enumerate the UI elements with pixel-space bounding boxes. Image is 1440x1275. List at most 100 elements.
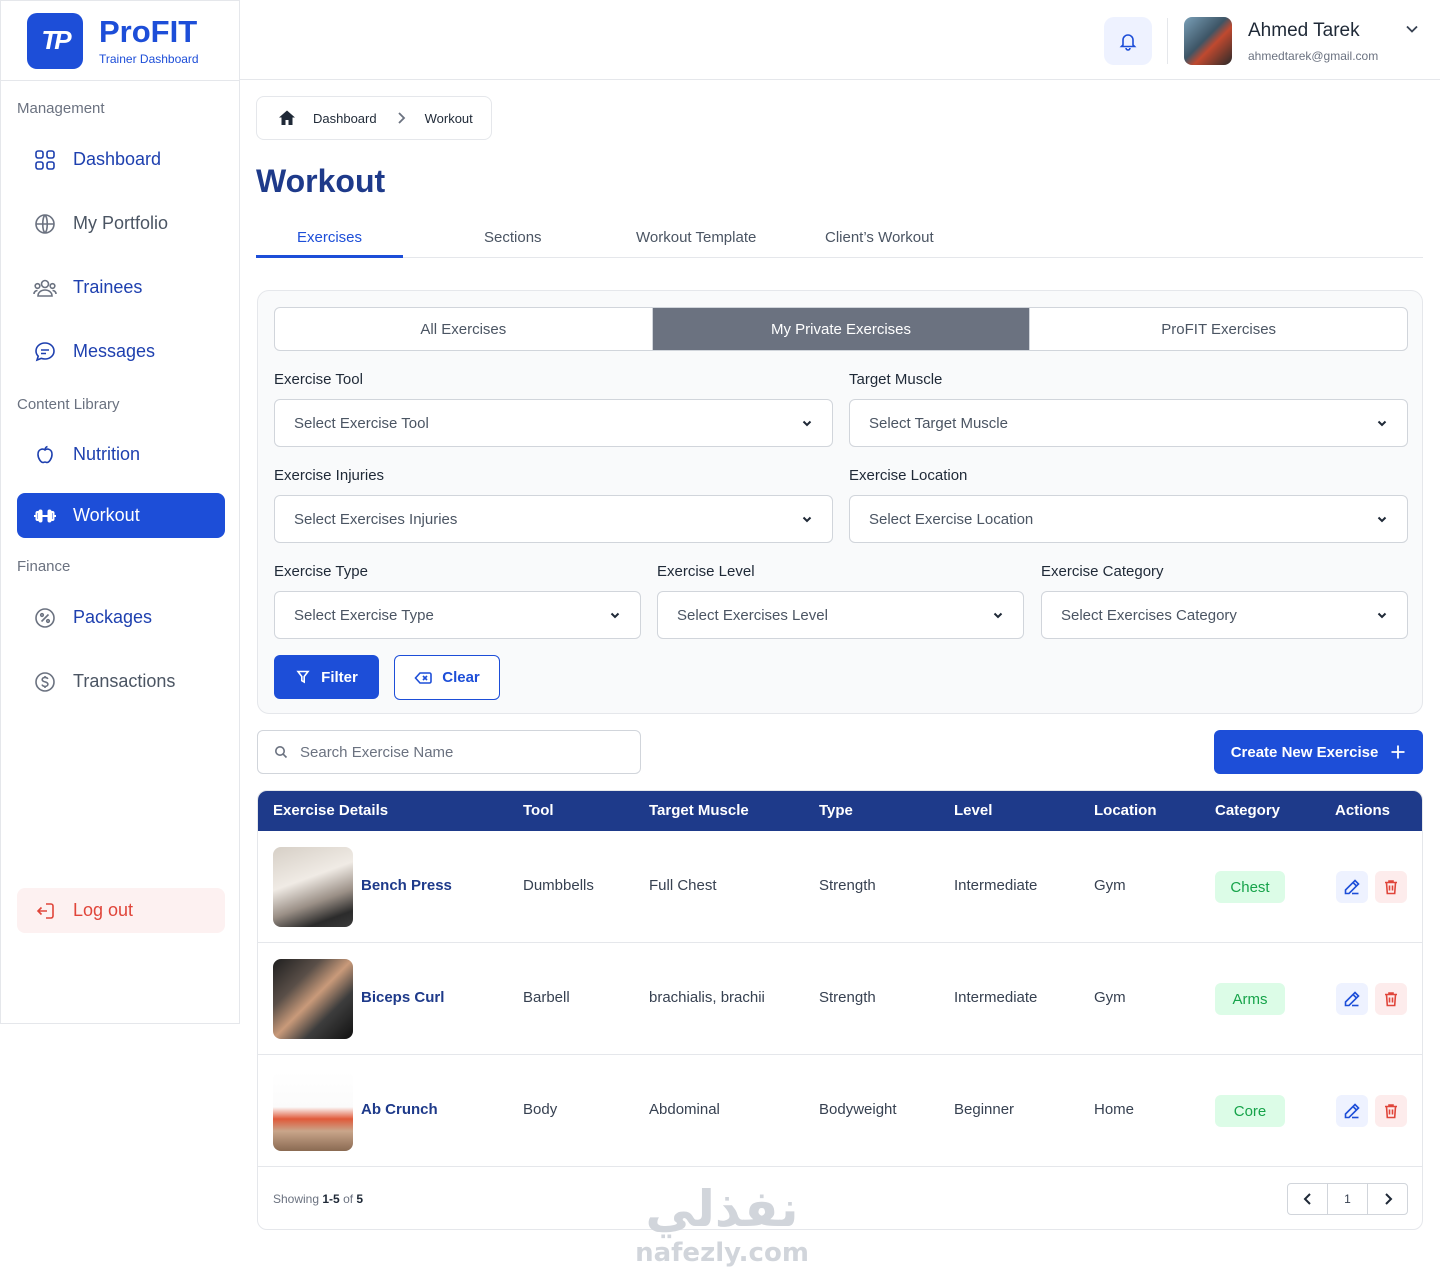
sidebar-item-portfolio[interactable]: My Portfolio [17,201,225,246]
section-label-content: Content Library [17,396,120,413]
tab-workout-template[interactable]: Workout Template [636,229,756,246]
exercise-thumbnail [273,1071,353,1151]
exercise-location-label: Exercise Location [849,467,968,484]
sidebar-item-label: Transactions [73,671,176,691]
exercise-level-select[interactable]: Select Exercises Level [657,591,1024,639]
th-type[interactable]: Type [819,802,853,819]
delete-button[interactable] [1375,1095,1407,1127]
user-name[interactable]: Ahmed Tarek [1248,20,1360,42]
apple-icon [33,443,57,467]
sidebar-item-trainees[interactable]: Trainees [17,265,225,310]
trash-icon [1385,880,1397,895]
avatar[interactable] [1184,17,1232,65]
chat-icon [33,340,57,364]
exercise-tool-select[interactable]: Select Exercise Tool [274,399,833,447]
tab-sections[interactable]: Sections [484,229,542,246]
segment-all-exercises[interactable]: All Exercises [275,308,653,350]
logout-icon [33,899,57,923]
section-label-management: Management [17,100,105,117]
table-header: Exercise Details Tool Target Muscle Type… [258,791,1422,831]
create-label: Create New Exercise [1230,743,1379,761]
home-icon[interactable] [277,108,297,128]
delete-button[interactable] [1375,871,1407,903]
exercises-table: Exercise Details Tool Target Muscle Type… [257,790,1423,1230]
sidebar-item-label: Trainees [73,277,143,297]
edit-button[interactable] [1336,983,1368,1015]
search-input[interactable]: Search Exercise Name [257,730,641,774]
sidebar-item-label: My Portfolio [73,213,169,233]
exercise-name[interactable]: Ab Crunch [361,1101,438,1118]
clear-button[interactable]: Clear [394,655,500,700]
edit-button[interactable] [1336,1095,1368,1127]
delete-button[interactable] [1375,983,1407,1015]
sidebar-item-workout[interactable]: Workout [17,493,225,538]
watermark-arabic: نفذلي [645,1180,799,1238]
table-row[interactable]: Bench Press Dumbbells Full Chest Strengt… [258,831,1422,943]
notifications-button[interactable] [1104,17,1152,65]
exercise-location: Gym [1094,989,1126,1006]
page-title: Workout [256,163,386,199]
plus-icon [1390,744,1406,760]
search-icon [274,745,288,759]
brand[interactable]: TP ProFIT Trainer Dashboard [1,1,239,81]
brand-name: ProFIT [99,13,198,49]
breadcrumb-dashboard[interactable]: Dashboard [313,111,377,126]
exercise-location-select[interactable]: Select Exercise Location [849,495,1408,543]
segment-my-private-exercises[interactable]: My Private Exercises [652,308,1031,350]
sidebar-item-packages[interactable]: Packages [17,595,225,640]
exercise-name[interactable]: Biceps Curl [361,989,444,1006]
prev-page-button[interactable] [1288,1184,1328,1214]
chevron-down-icon [1375,512,1389,526]
tab-clients-workout[interactable]: Client’s Workout [825,229,934,246]
tab-exercises[interactable]: Exercises [297,229,362,246]
showing-count: Showing 1-5 of 5 [273,1192,363,1206]
trash-icon [1385,992,1397,1007]
table-row[interactable]: Biceps Curl Barbell brachialis, brachii … [258,943,1422,1055]
exercise-type: Bodyweight [819,1101,897,1118]
target-muscle-placeholder: Select Target Muscle [869,414,1008,432]
th-exercise-details[interactable]: Exercise Details [273,802,388,819]
workout-tabs: Exercises Sections Workout Template Clie… [256,220,1423,258]
sidebar-item-nutrition[interactable]: Nutrition [17,432,225,477]
th-target-muscle[interactable]: Target Muscle [649,802,749,819]
exercise-level-placeholder: Select Exercises Level [677,606,828,624]
th-tool[interactable]: Tool [523,802,554,819]
chevron-down-icon [1375,416,1389,430]
create-new-exercise-button[interactable]: Create New Exercise [1214,730,1423,774]
pencil-icon [1344,1103,1360,1119]
sidebar-item-messages[interactable]: Messages [17,329,225,374]
th-location[interactable]: Location [1094,802,1157,819]
next-page-button[interactable] [1368,1184,1407,1214]
table-row[interactable]: Ab Crunch Body Abdominal Bodyweight Begi… [258,1055,1422,1167]
exercise-category-placeholder: Select Exercises Category [1061,606,1237,624]
chevron-down-icon [991,608,1005,622]
edit-button[interactable] [1336,871,1368,903]
watermark-latin: nafezly.com [635,1238,809,1268]
logout-button[interactable]: Log out [17,888,225,933]
chevron-left-icon [1303,1193,1311,1205]
globe-icon [33,212,57,236]
exercise-type-select[interactable]: Select Exercise Type [274,591,641,639]
breadcrumb-current: Workout [424,110,473,126]
exercise-level-label: Exercise Level [657,563,755,580]
filter-button[interactable]: Filter [274,655,379,699]
sidebar-item-transactions[interactable]: Transactions [17,659,225,704]
exercise-injuries-placeholder: Select Exercises Injuries [294,510,458,528]
user-menu-chevron-down-icon[interactable] [1403,20,1421,43]
filter-panel: All Exercises My Private Exercises ProFI… [257,290,1423,714]
exercise-name[interactable]: Bench Press [361,877,452,894]
th-level[interactable]: Level [954,802,992,819]
page-number[interactable]: 1 [1328,1184,1368,1214]
exercise-injuries-select[interactable]: Select Exercises Injuries [274,495,833,543]
exercise-category-select[interactable]: Select Exercises Category [1041,591,1408,639]
active-tab-indicator [256,255,403,258]
th-category[interactable]: Category [1215,802,1280,819]
segment-profit-exercises[interactable]: ProFIT Exercises [1030,308,1407,350]
sidebar-item-dashboard[interactable]: Dashboard [17,137,225,182]
category-badge: Chest [1215,871,1285,903]
logout-label: Log out [73,900,134,920]
exercise-location: Home [1094,1101,1135,1118]
target-muscle-select[interactable]: Select Target Muscle [849,399,1408,447]
sidebar-item-label: Dashboard [73,149,162,169]
exercise-muscle: Full Chest [649,877,717,894]
